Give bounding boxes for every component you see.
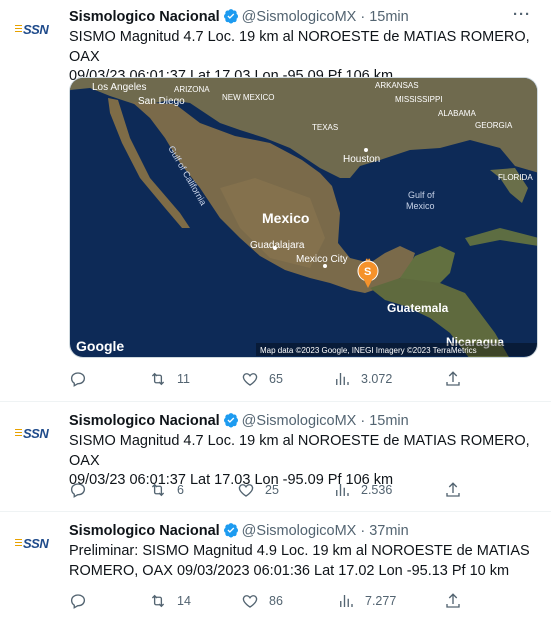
user-handle[interactable]: @SismologicoMX [242,523,357,539]
reply-button[interactable] [69,369,97,389]
views-button[interactable]: 2.536 [333,480,392,500]
heart-icon [242,373,258,386]
tweet[interactable]: SSN Sismologico Nacional @SismologicoMX ·… [0,512,551,620]
avatar-logo-text: SSN [23,426,49,441]
like-count: 86 [269,594,283,608]
share-button[interactable] [444,369,472,389]
reply-button[interactable] [69,591,97,611]
map-label-los-angeles: Los Angeles [92,82,147,93]
avatar[interactable]: SSN [15,16,55,56]
display-name[interactable]: Sismologico Nacional [69,9,220,25]
like-count: 65 [269,372,283,386]
timestamp[interactable]: 15min [369,9,409,25]
share-button[interactable] [444,591,472,611]
views-count: 3.072 [361,372,393,386]
map-label-san-diego: San Diego [138,96,185,107]
separator-dot: · [360,9,366,25]
map-label-mexico-city: Mexico City [296,254,348,265]
share-button[interactable] [444,480,472,500]
google-logo: Google [76,338,124,354]
display-name[interactable]: Sismologico Nacional [69,413,220,429]
views-chart-icon [336,373,349,385]
map-svg: Los Angeles San Diego ARIZONA NEW MEXICO… [70,78,537,357]
retweet-button[interactable]: 14 [149,591,191,611]
avatar-logo-text: SSN [23,22,49,37]
avatar[interactable]: SSN [15,530,55,570]
tweet-header: Sismologico Nacional @SismologicoMX · 37m… [69,522,409,540]
map-label-mississippi: MISSISSIPPI [395,95,443,104]
tweet[interactable]: SSN Sismologico Nacional @SismologicoMX ·… [0,0,551,402]
tweet[interactable]: SSN Sismologico Nacional @SismologicoMX ·… [0,402,551,512]
reply-button[interactable] [69,480,97,500]
reply-icon [70,483,86,498]
user-handle[interactable]: @SismologicoMX [242,413,357,429]
share-icon [446,593,460,608]
verified-badge-icon [223,413,238,428]
retweet-count: 14 [177,594,191,608]
map-label-guadalajara: Guadalajara [250,240,305,251]
retweet-icon [151,483,165,497]
separator-dot: · [360,523,366,539]
like-button[interactable]: 86 [241,591,283,611]
retweet-button[interactable]: 11 [149,369,190,389]
avatar-logo-mark [15,429,22,437]
map-label-gulf-of-mexico-2: Mexico [406,201,435,211]
like-button[interactable]: 25 [237,480,279,500]
views-button[interactable]: 7.277 [337,591,396,611]
map-label-mexico: Mexico [262,210,309,226]
tweet-actions: 6 25 2.536 [69,480,469,500]
map-label-gulf-of-mexico-1: Gulf of [408,190,435,200]
heart-icon [242,595,258,608]
views-count: 2.536 [361,483,393,497]
views-button[interactable]: 3.072 [333,369,392,389]
views-chart-icon [340,595,353,607]
views-chart-icon [336,484,349,496]
retweet-icon [151,372,165,386]
retweet-count: 6 [177,483,184,497]
map-label-new-mexico: NEW MEXICO [222,93,274,102]
timestamp[interactable]: 37min [369,523,409,539]
retweet-count: 11 [177,372,190,386]
tweet-header: Sismologico Nacional @SismologicoMX · 15m… [69,412,409,430]
like-button[interactable]: 65 [241,369,283,389]
map-dot-houston [364,148,368,152]
tweet-actions: 11 65 3.072 [69,369,469,389]
reply-icon [70,594,86,609]
timestamp[interactable]: 15min [369,413,409,429]
verified-badge-icon [223,523,238,538]
verified-badge-icon [223,9,238,24]
map-attribution: Map data ©2023 Google, INEGI Imagery ©20… [260,346,477,355]
avatar-logo-mark [15,539,22,547]
share-icon [446,371,460,386]
reply-icon [70,372,86,387]
retweet-button[interactable]: 6 [149,480,184,500]
more-options-icon[interactable]: ··· [513,6,531,23]
marker-label: S [364,266,371,278]
map-image[interactable]: Los Angeles San Diego ARIZONA NEW MEXICO… [69,77,538,358]
map-label-georgia: GEORGIA [475,121,513,130]
user-handle[interactable]: @SismologicoMX [242,9,357,25]
tweet-actions: 14 86 7.277 [69,591,469,611]
display-name[interactable]: Sismologico Nacional [69,523,220,539]
heart-icon [238,484,254,497]
avatar-logo-mark [15,25,22,33]
map-label-guatemala: Guatemala [387,301,449,315]
avatar[interactable]: SSN [15,420,55,460]
views-count: 7.277 [365,594,397,608]
avatar-logo-text: SSN [23,536,49,551]
like-count: 25 [265,483,279,497]
map-label-alabama: ALABAMA [438,109,476,118]
map-label-arizona: ARIZONA [174,85,210,94]
separator-dot: · [360,413,366,429]
share-icon [446,482,460,497]
map-label-houston: Houston [343,154,380,165]
map-label-florida: FLORIDA [498,173,533,182]
tweet-text: Preliminar: SISMO Magnitud 4.9 Loc. 19 k… [69,543,530,579]
map-label-arkansas: ARKANSAS [375,81,419,90]
retweet-icon [151,594,165,608]
map-label-texas: TEXAS [312,123,338,132]
tweet-header: Sismologico Nacional @SismologicoMX · 15m… [69,8,409,26]
